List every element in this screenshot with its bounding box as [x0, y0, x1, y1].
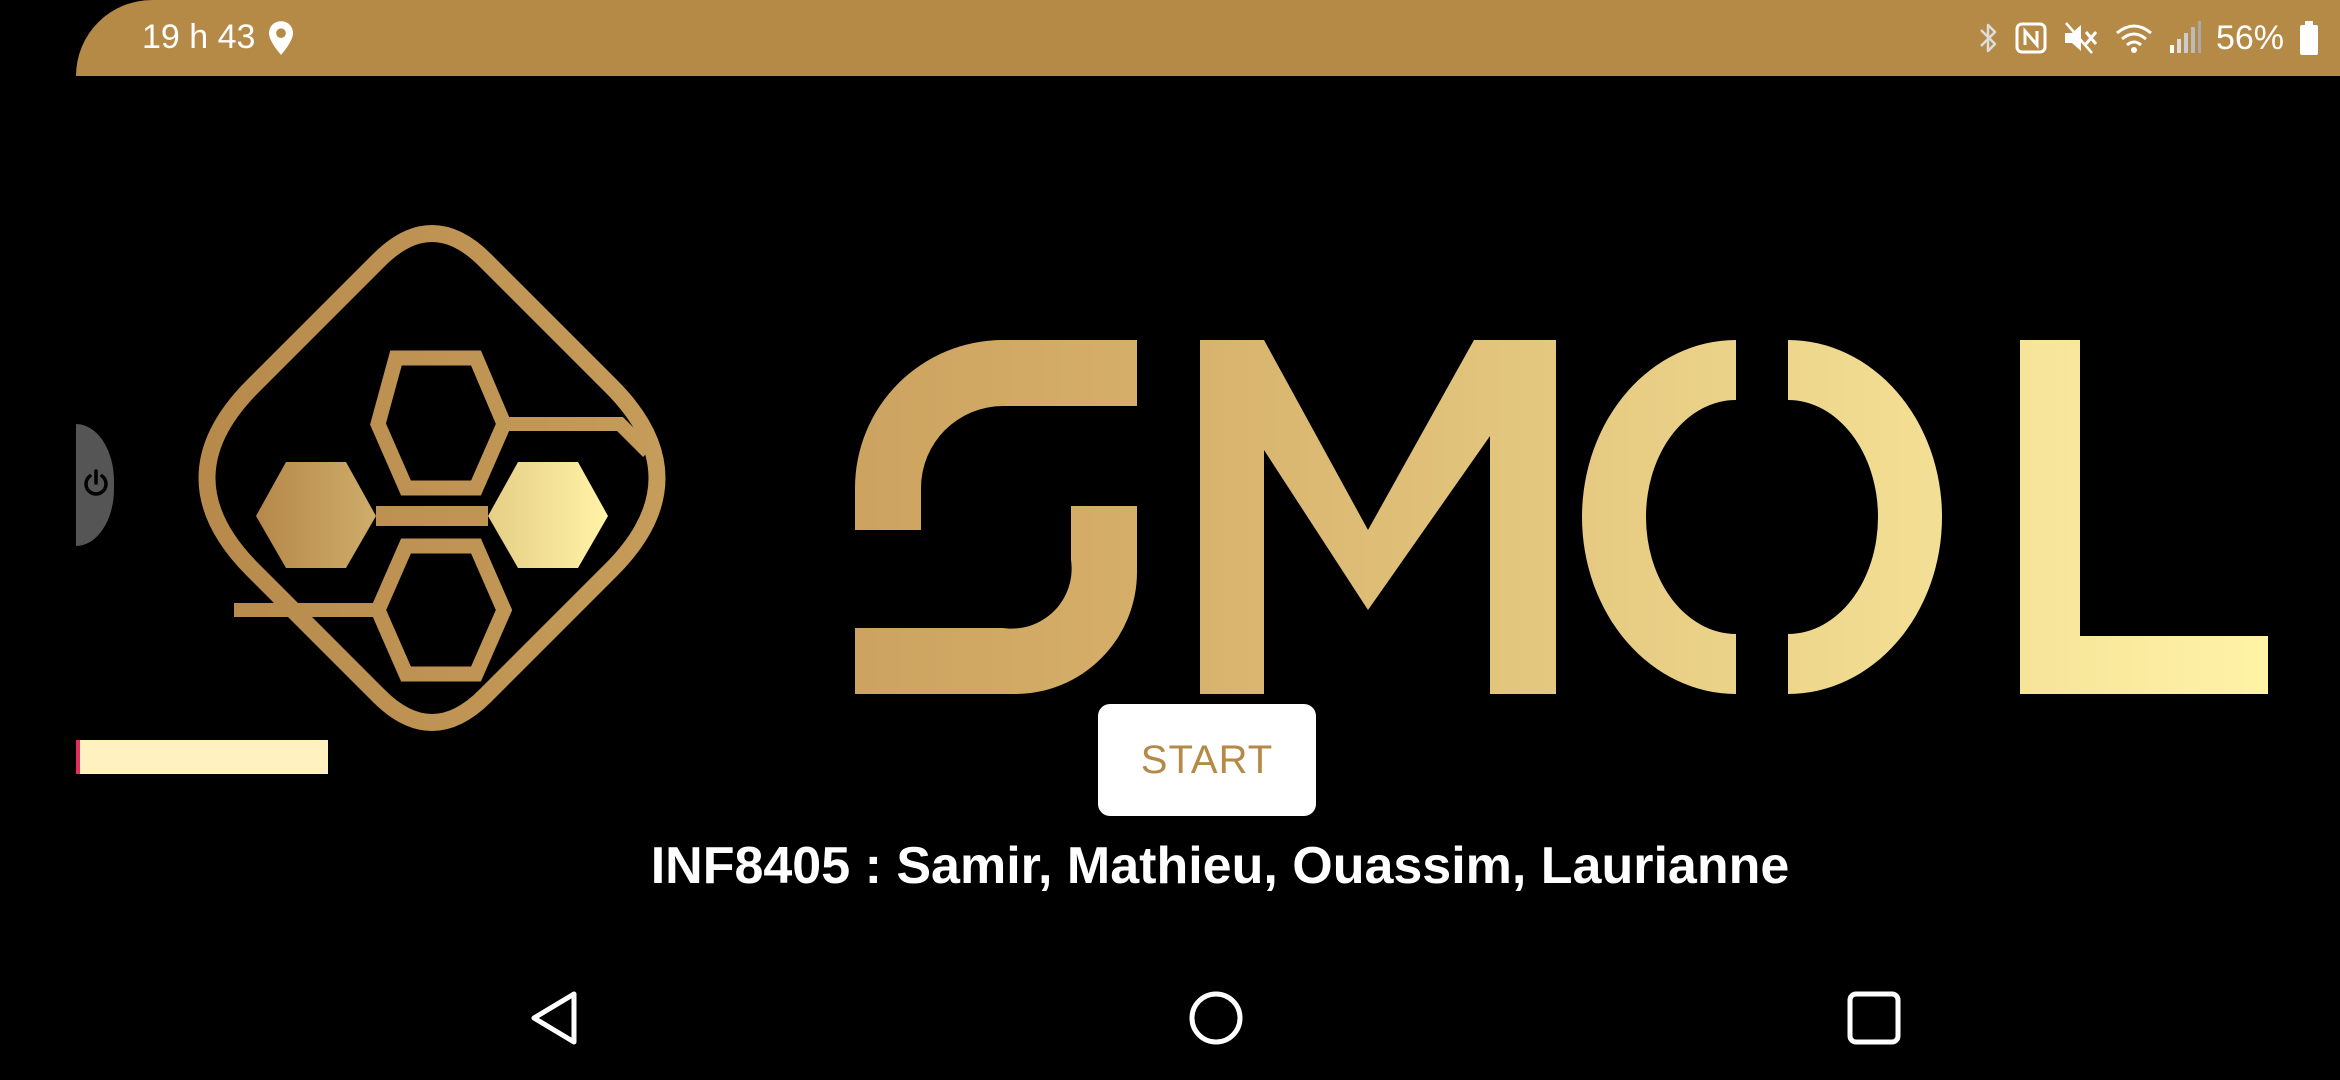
- status-bar: 19 h 43 56%: [76, 0, 2340, 76]
- loading-progress-bar: [76, 740, 328, 774]
- bluetooth-icon: [1980, 23, 1997, 53]
- status-time: 19 h 43: [142, 18, 256, 56]
- app-screen: 19 h 43 56% START INF8405: Samir, Mathi…: [0, 0, 2340, 1080]
- credits-text: INF8405 : Samir, Mathieu, Ouassim, Lauri…: [650, 837, 1790, 895]
- loading-progress-fill: [76, 740, 80, 774]
- home-icon[interactable]: [1184, 986, 1248, 1050]
- start-button[interactable]: START: [1098, 704, 1316, 816]
- status-icons: 56%: [1978, 14, 2320, 62]
- power-icon: [84, 469, 108, 496]
- battery-percentage: 56%: [2215, 18, 2284, 57]
- nfc-icon: [2015, 22, 2047, 54]
- logo-letter-l: [2020, 340, 2268, 694]
- logo-letter-s: [855, 340, 1137, 694]
- location-icon: [269, 21, 293, 55]
- back-icon[interactable]: [524, 986, 588, 1050]
- logo-letter-m: [1200, 340, 1556, 694]
- emblem-icon: [198, 225, 666, 731]
- mute-icon: [2064, 22, 2098, 54]
- logo-letter-o-left: [1582, 340, 1736, 694]
- recents-icon[interactable]: [1842, 986, 1906, 1050]
- wifi-icon: [2115, 24, 2152, 53]
- battery-icon: [2300, 21, 2318, 55]
- side-power-handle[interactable]: [76, 424, 114, 546]
- logo-letter-o-right: [1788, 340, 1942, 694]
- signal-icon: [2169, 21, 2201, 53]
